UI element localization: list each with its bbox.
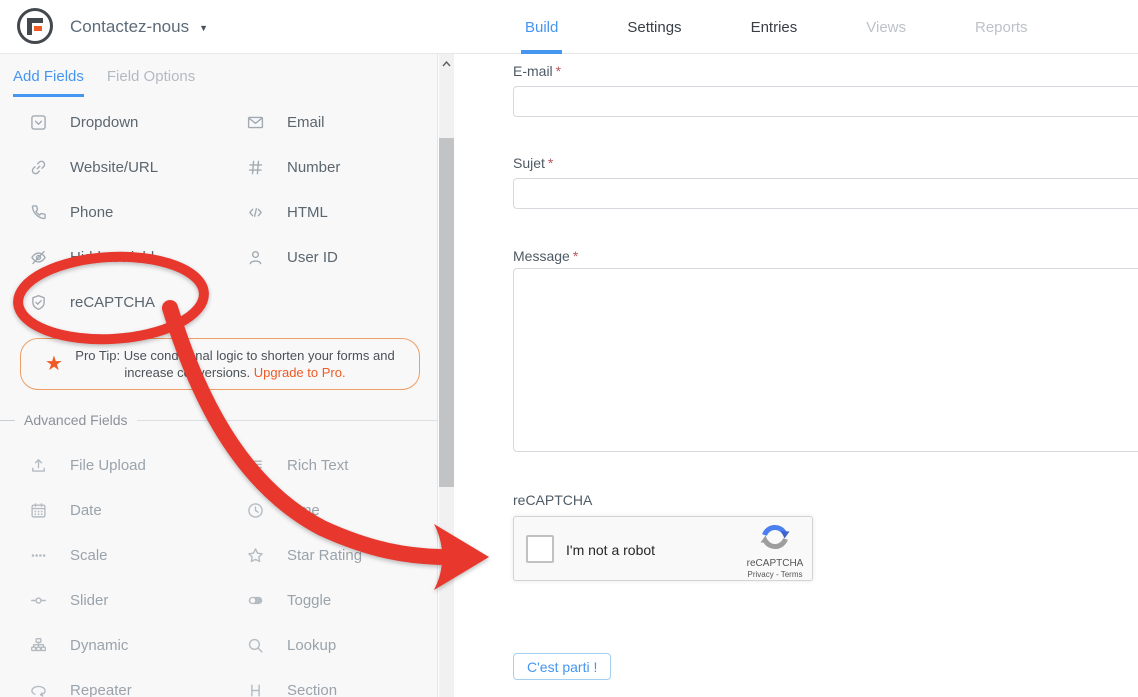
star-rating-icon [245, 546, 265, 566]
sidebar-field-scale[interactable]: Scale [0, 533, 228, 578]
formidable-logo-icon[interactable] [17, 8, 53, 44]
header-tabs: Build Settings Entries Views Reports [525, 0, 1028, 54]
scale-icon [28, 546, 48, 566]
tab-field-options[interactable]: Field Options [107, 54, 195, 99]
dropdown-icon [28, 113, 48, 133]
chevron-down-icon: ▼ [199, 21, 208, 33]
pro-tip-text: Pro Tip: Use conditional logic to shorte… [75, 348, 394, 380]
recaptcha-brand: reCAPTCHA Privacy - Terms [746, 522, 804, 579]
search-icon [245, 636, 265, 656]
phone-icon [28, 203, 48, 223]
sidebar-field-html[interactable]: HTML [228, 190, 438, 235]
sidebar-field-recaptcha[interactable]: reCAPTCHA [0, 280, 228, 325]
sidebar-field-lookup[interactable]: Lookup [228, 623, 438, 668]
tab-add-fields[interactable]: Add Fields [13, 54, 84, 99]
sidebar-field-repeater[interactable]: Repeater [0, 668, 228, 697]
recaptcha-privacy-terms-links[interactable]: Privacy - Terms [746, 570, 804, 579]
required-asterisk: * [573, 248, 578, 264]
sidebar-scrollbar [439, 54, 454, 697]
sidebar-field-time[interactable]: Time [228, 488, 438, 533]
sidebar-field-hidden[interactable]: Hidden Field [0, 235, 228, 280]
link-icon [28, 158, 48, 178]
recaptcha-logo-icon [760, 522, 790, 552]
email-field[interactable] [513, 86, 1138, 117]
sidebar-field-dropdown[interactable]: Dropdown [0, 100, 228, 145]
message-field[interactable] [513, 268, 1138, 452]
section-icon [245, 681, 265, 697]
clock-icon [245, 501, 265, 521]
sidebar-field-user-id[interactable]: User ID [228, 235, 438, 280]
field-label-email: E-mail* [513, 63, 561, 79]
sidebar-field-website-url[interactable]: Website/URL [0, 145, 228, 190]
sidebar-field-email[interactable]: Email [228, 100, 438, 145]
user-icon [245, 248, 265, 268]
sidebar-tabs: Add Fields Field Options [0, 54, 195, 99]
sidebar-field-rich-text[interactable]: Rich Text [228, 443, 438, 488]
tab-views[interactable]: Views [866, 0, 906, 54]
eye-off-icon [28, 248, 48, 268]
form-preview-area: E-mail* Sujet* Message* reCAPTCHA I'm no… [455, 54, 1138, 697]
recaptcha-checkbox-label: I'm not a robot [566, 517, 655, 582]
submit-button[interactable]: C'est parti ! [513, 653, 611, 680]
sidebar-field-slider[interactable]: Slider [0, 578, 228, 623]
tab-entries[interactable]: Entries [751, 0, 798, 54]
scrollbar-thumb[interactable] [439, 138, 454, 487]
scrollbar-up-arrow[interactable] [439, 57, 454, 71]
sidebar-field-dynamic[interactable]: Dynamic [0, 623, 228, 668]
field-label-sujet: Sujet* [513, 155, 553, 171]
basic-fields-list: Dropdown Email Website/URL Number Phone … [0, 100, 438, 325]
recaptcha-widget: I'm not a robot reCAPTCHA Privacy - Term… [513, 516, 813, 581]
upload-icon [28, 456, 48, 476]
form-builder-app: Contactez-nous ▼ Build Settings Entries … [0, 0, 1138, 697]
recaptcha-checkbox[interactable] [526, 535, 554, 563]
hash-icon [245, 158, 265, 178]
required-asterisk: * [556, 63, 561, 79]
upgrade-to-pro-link[interactable]: Upgrade to Pro. [254, 365, 346, 380]
star-icon: ★ [45, 354, 63, 374]
form-title-dropdown[interactable]: Contactez-nous ▼ [70, 0, 208, 54]
rich-text-icon [245, 456, 265, 476]
top-header: Contactez-nous ▼ Build Settings Entries … [0, 0, 1138, 54]
sidebar-field-date[interactable]: Date [0, 488, 228, 533]
advanced-fields-heading: Advanced Fields [0, 412, 438, 428]
code-icon [245, 203, 265, 223]
calendar-icon [28, 501, 48, 521]
pro-tip-banner: ★ Pro Tip: Use conditional logic to shor… [20, 338, 420, 390]
sidebar-field-number[interactable]: Number [228, 145, 438, 190]
tab-build[interactable]: Build [525, 0, 558, 54]
tab-reports[interactable]: Reports [975, 0, 1028, 54]
required-asterisk: * [548, 155, 553, 171]
email-icon [245, 113, 265, 133]
field-label-message: Message* [513, 248, 578, 264]
form-title: Contactez-nous [70, 17, 189, 37]
sidebar-field-section[interactable]: Section [228, 668, 438, 697]
shield-check-icon [28, 293, 48, 313]
sidebar-field-toggle[interactable]: Toggle [228, 578, 438, 623]
repeater-icon [28, 681, 48, 697]
advanced-fields-list: File Upload Rich Text Date Time Scale St… [0, 443, 438, 697]
fields-sidebar: Add Fields Field Options Dropdown Email … [0, 54, 438, 697]
slider-icon [28, 591, 48, 611]
field-label-recaptcha: reCAPTCHA [513, 492, 592, 508]
sidebar-field-star-rating[interactable]: Star Rating [228, 533, 438, 578]
dynamic-icon [28, 636, 48, 656]
subject-field[interactable] [513, 178, 1138, 209]
toggle-icon [245, 591, 265, 611]
tab-settings[interactable]: Settings [627, 0, 681, 54]
sidebar-field-phone[interactable]: Phone [0, 190, 228, 235]
sidebar-field-file-upload[interactable]: File Upload [0, 443, 228, 488]
